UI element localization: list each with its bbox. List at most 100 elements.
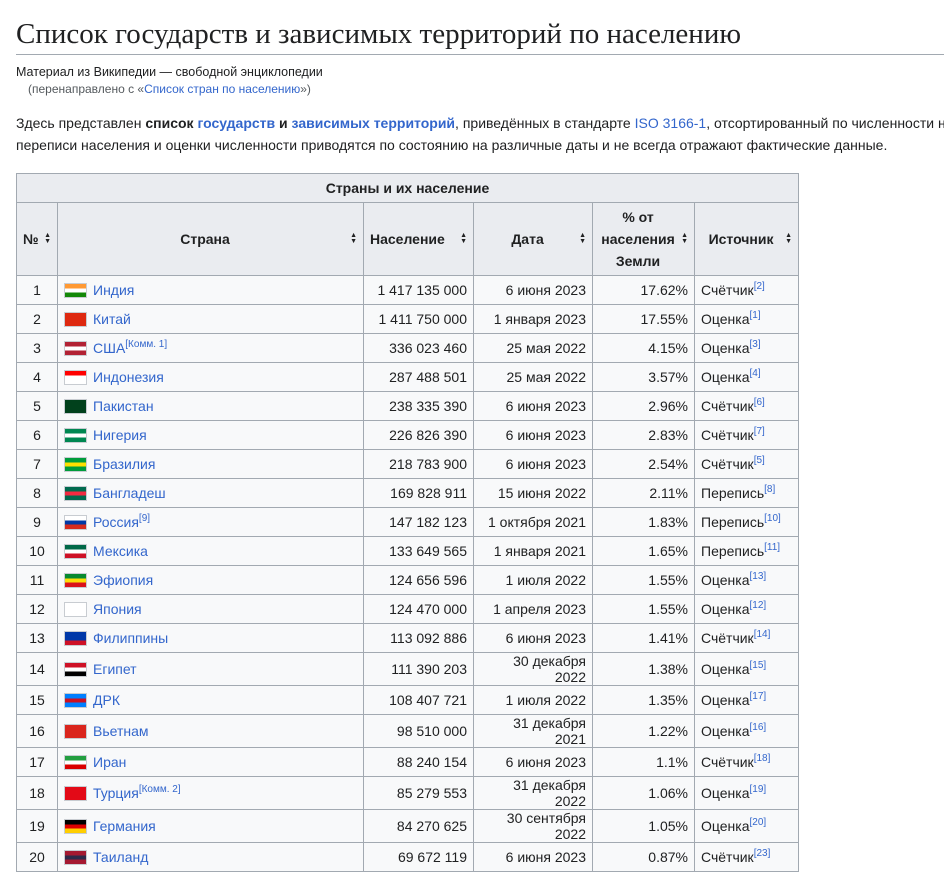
sort-icon[interactable]: ▲ ▼ <box>460 232 467 245</box>
reference-link[interactable]: [11] <box>764 542 780 553</box>
territories-link[interactable]: зависимых территорий <box>292 115 456 131</box>
country-cell: Эфиопия <box>57 565 364 595</box>
sort-icon[interactable]: ▲ ▼ <box>681 232 688 245</box>
country-cell: Турция[Комм. 2] <box>57 776 364 810</box>
reference-link[interactable]: [23] <box>754 848 771 859</box>
country-cell: США[Комм. 1] <box>57 333 364 363</box>
country-link[interactable]: Турция <box>93 785 139 801</box>
date-cell: 6 июня 2023 <box>473 842 593 872</box>
country-link[interactable]: Нигерия <box>93 427 147 443</box>
column-header-country[interactable]: Страна ▲ ▼ <box>57 202 364 276</box>
country-link[interactable]: Бразилия <box>93 456 155 472</box>
column-header-source[interactable]: Источник ▲ ▼ <box>694 202 799 276</box>
redirect-link[interactable]: Список стран по населению <box>144 82 300 96</box>
reference-link[interactable]: [14] <box>754 629 771 640</box>
population-cell: 238 335 390 <box>363 391 474 421</box>
reference-link[interactable]: [16] <box>750 722 767 733</box>
flag-icon <box>64 693 87 708</box>
footnote-link[interactable]: [Комм. 1] <box>125 339 167 350</box>
reference-link[interactable]: [18] <box>754 753 771 764</box>
percent-cell: 17.55% <box>592 304 695 334</box>
reference-link[interactable]: [17] <box>750 691 767 702</box>
states-link[interactable]: государств <box>197 115 275 131</box>
reference-link[interactable]: [1] <box>750 310 761 321</box>
rank-cell: 3 <box>16 333 58 363</box>
table-row: 18 Турция[Комм. 2] 85 279 553 31 декабря 20… <box>16 776 799 810</box>
sort-icon[interactable]: ▲ ▼ <box>44 232 51 245</box>
country-link[interactable]: Китай <box>93 311 131 327</box>
reference-link[interactable]: [6] <box>754 397 765 408</box>
reference-link[interactable]: [7] <box>754 426 765 437</box>
reference-link[interactable]: [12] <box>750 600 767 611</box>
percent-cell: 1.83% <box>592 507 695 537</box>
table-row: 5 Пакистан 238 335 390 6 июня 2023 2.96% Счёт… <box>16 391 799 421</box>
reference-link[interactable]: [8] <box>764 484 775 495</box>
sort-icon[interactable]: ▲ ▼ <box>579 232 586 245</box>
date-cell: 1 июля 2022 <box>473 565 593 595</box>
source-cell: Счётчик[6] <box>694 391 799 421</box>
country-link[interactable]: Иран <box>93 754 126 770</box>
reference-link[interactable]: [19] <box>750 784 767 795</box>
reference-link[interactable]: [5] <box>754 455 765 466</box>
column-header-date[interactable]: Дата ▲ ▼ <box>473 202 593 276</box>
column-header-population[interactable]: Население ▲ ▼ <box>363 202 474 276</box>
flag-icon <box>64 631 87 646</box>
sort-icon[interactable]: ▲ ▼ <box>350 232 357 245</box>
country-cell: Пакистан <box>57 391 364 421</box>
reference-link[interactable]: [13] <box>750 571 767 582</box>
source-cell: Оценка[19] <box>694 776 799 810</box>
column-header-number[interactable]: № ▲ ▼ <box>16 202 58 276</box>
country-link[interactable]: Филиппины <box>93 630 168 646</box>
country-link[interactable]: Германия <box>93 818 156 834</box>
date-cell: 1 января 2021 <box>473 536 593 566</box>
country-link[interactable]: Эфиопия <box>93 572 153 588</box>
table-row: 19 Германия 84 270 625 30 сентября 2022 1.05… <box>16 809 799 843</box>
source-cell: Счётчик[5] <box>694 449 799 479</box>
country-link[interactable]: Индия <box>93 282 134 298</box>
population-cell: 124 470 000 <box>363 594 474 624</box>
percent-cell: 1.55% <box>592 594 695 624</box>
flag-icon <box>64 602 87 617</box>
footnote-link[interactable]: [Комм. 2] <box>139 784 181 795</box>
country-link[interactable]: ДРК <box>93 692 120 708</box>
table-row: 8 Бангладеш 169 828 911 15 июня 2022 2.11% Пе… <box>16 478 799 508</box>
percent-cell: 2.83% <box>592 420 695 450</box>
country-link[interactable]: Бангладеш <box>93 485 166 501</box>
country-link[interactable]: Египет <box>93 661 137 677</box>
reference-link[interactable]: [20] <box>750 817 767 828</box>
reference-link[interactable]: [4] <box>750 368 761 379</box>
column-header-percent[interactable]: % от населения Земли ▲ ▼ <box>592 202 695 276</box>
footnote-link[interactable]: [9] <box>139 513 150 524</box>
population-cell: 1 417 135 000 <box>363 275 474 305</box>
source-cell: Оценка[16] <box>694 714 799 748</box>
rank-cell: 2 <box>16 304 58 334</box>
country-link[interactable]: Пакистан <box>93 398 154 414</box>
country-link[interactable]: США <box>93 340 125 356</box>
reference-link[interactable]: [10] <box>764 513 781 524</box>
iso-link[interactable]: ISO 3166-1 <box>635 115 707 131</box>
table-body: 1 Индия 1 417 135 000 6 июня 2023 17.62% Счёт… <box>16 275 799 872</box>
country-cell: Бразилия <box>57 449 364 479</box>
sort-icon[interactable]: ▲ ▼ <box>785 232 792 245</box>
country-link[interactable]: Мексика <box>93 543 148 559</box>
country-link[interactable]: Таиланд <box>93 849 148 865</box>
table-caption: Страны и их население <box>16 173 799 203</box>
country-cell: Россия[9] <box>57 507 364 537</box>
table-row: 13 Филиппины 113 092 886 6 июня 2023 1.41% Сч… <box>16 623 799 653</box>
country-link[interactable]: Индонезия <box>93 369 164 385</box>
reference-link[interactable]: [3] <box>750 339 761 350</box>
date-cell: 31 декабря 2022 <box>473 776 593 810</box>
date-cell: 6 июня 2023 <box>473 449 593 479</box>
reference-link[interactable]: [15] <box>750 660 767 671</box>
flag-icon <box>64 428 87 443</box>
population-cell: 147 182 123 <box>363 507 474 537</box>
country-link[interactable]: Япония <box>93 601 142 617</box>
country-link[interactable]: Вьетнам <box>93 723 149 739</box>
percent-cell: 2.96% <box>592 391 695 421</box>
country-link[interactable]: Россия <box>93 514 139 530</box>
population-table: Страны и их население № ▲ ▼ Страна ▲ ▼ Насел… <box>16 173 799 872</box>
reference-link[interactable]: [2] <box>754 281 765 292</box>
date-cell: 1 января 2023 <box>473 304 593 334</box>
flag-icon <box>64 544 87 559</box>
date-cell: 6 июня 2023 <box>473 391 593 421</box>
